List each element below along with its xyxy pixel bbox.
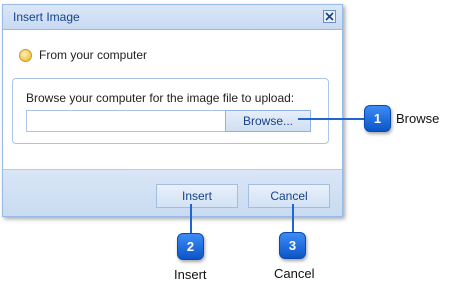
callout-badge-1: 1 [364,105,391,132]
close-icon [325,12,334,21]
callout-badge-3: 3 [279,232,306,259]
callout-label-cancel: Cancel [274,266,315,281]
file-path-input[interactable] [26,110,226,132]
insert-button[interactable]: Insert [156,184,238,208]
cancel-button[interactable]: Cancel [248,184,330,208]
radio-label: From your computer [39,48,148,62]
dialog-body: From your computer Browse your computer … [3,30,342,169]
dialog-titlebar: Insert Image [3,5,342,30]
insert-image-dialog: Insert Image From your computer Browse y… [2,4,343,217]
callout-line-2 [190,204,192,233]
upload-instruction: Browse your computer for the image file … [26,91,295,105]
close-button[interactable] [323,10,336,23]
callout-line-3 [292,204,294,232]
browse-button[interactable]: Browse... [225,110,311,132]
dialog-title: Insert Image [13,10,80,24]
callout-label-insert: Insert [174,267,207,282]
callout-line-1 [298,118,364,120]
callout-label-browse: Browse [396,111,440,126]
callout-badge-2: 2 [177,233,204,260]
radio-icon[interactable] [19,49,32,62]
upload-fieldset: Browse your computer for the image file … [12,78,329,144]
